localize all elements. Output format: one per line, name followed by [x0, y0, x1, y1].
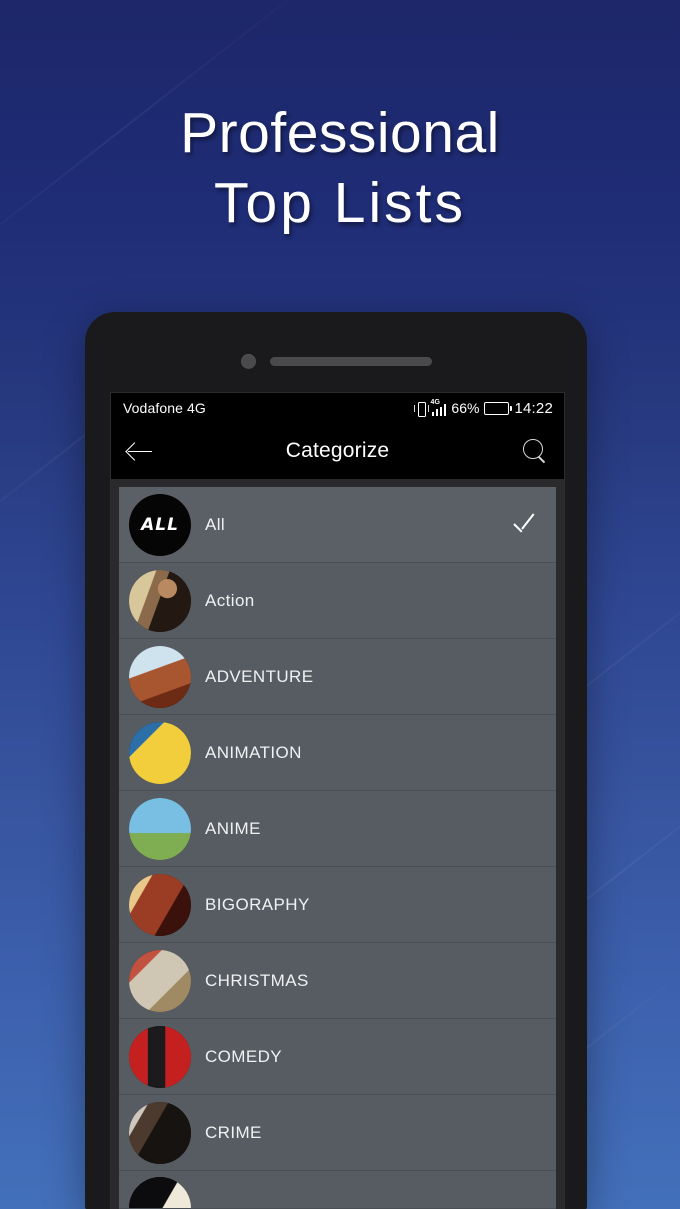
- category-thumbnail-christmas: [129, 949, 191, 1012]
- battery-icon: [484, 401, 513, 415]
- headline-line-2: Top Lists: [214, 171, 466, 236]
- category-thumbnail-comedy: [129, 1025, 191, 1088]
- search-icon[interactable]: [520, 436, 550, 466]
- category-thumbnail-action: [129, 569, 191, 632]
- category-thumbnail-all: ALL: [129, 493, 191, 556]
- network-type-label: 4G: [430, 398, 440, 406]
- status-bar: Vodafone 4G 4G 66% 14:22: [111, 393, 564, 423]
- category-list: ALL All Action ADVENTURE ANIMATION ANIME…: [119, 487, 556, 1209]
- category-label: ADVENTURE: [205, 666, 314, 686]
- list-item-animation[interactable]: ANIMATION: [119, 715, 556, 791]
- clock-label: 14:22: [514, 399, 553, 417]
- check-icon: [512, 511, 540, 539]
- signal-bars-icon: 4G: [430, 398, 447, 416]
- category-label: BIGORAPHY: [205, 894, 310, 914]
- list-item-christmas[interactable]: CHRISTMAS: [119, 943, 556, 1019]
- category-label: COMEDY: [205, 1046, 283, 1066]
- category-thumbnail-adventure: [129, 645, 191, 708]
- list-item-action[interactable]: Action: [119, 563, 556, 639]
- carrier-label: Vodafone 4G: [123, 400, 206, 416]
- list-item-comedy[interactable]: COMEDY: [119, 1019, 556, 1095]
- list-item-bigoraphy[interactable]: BIGORAPHY: [119, 867, 556, 943]
- status-indicators: 4G 66% 14:22: [413, 398, 553, 417]
- category-label: All: [205, 514, 226, 534]
- phone-screen: Vodafone 4G 4G 66% 14:22 Categorize ALL …: [110, 392, 565, 1209]
- category-label: ANIME: [205, 818, 261, 838]
- category-label: CRIME: [205, 1122, 262, 1142]
- category-thumbnail-crime: [129, 1101, 191, 1164]
- category-label: Action: [205, 590, 255, 610]
- list-item-adventure[interactable]: ADVENTURE: [119, 639, 556, 715]
- list-item-all[interactable]: ALL All: [119, 487, 556, 563]
- vibrate-icon: [413, 401, 429, 417]
- category-label: ANIMATION: [205, 742, 302, 762]
- phone-mockup: Vodafone 4G 4G 66% 14:22 Categorize ALL …: [85, 312, 587, 1209]
- all-badge-label: ALL: [141, 514, 179, 535]
- category-list-container[interactable]: ALL All Action ADVENTURE ANIMATION ANIME…: [111, 479, 564, 1209]
- category-label: CHRISTMAS: [205, 970, 309, 990]
- back-arrow-icon[interactable]: [125, 436, 155, 466]
- earpiece-speaker: [269, 356, 432, 366]
- list-item-anime[interactable]: ANIME: [119, 791, 556, 867]
- front-camera-icon: [240, 353, 256, 369]
- battery-percent-label: 66%: [451, 400, 480, 416]
- list-item-crime[interactable]: CRIME: [119, 1095, 556, 1171]
- list-item-partial[interactable]: [119, 1171, 556, 1209]
- app-bar: Categorize: [111, 423, 564, 479]
- promo-headline: Professional Top Lists: [0, 98, 680, 238]
- category-thumbnail-animation: [129, 721, 191, 784]
- category-thumbnail-biography: [129, 873, 191, 936]
- page-title: Categorize: [285, 439, 390, 462]
- headline-line-1: Professional: [180, 101, 500, 165]
- category-thumbnail-anime: [129, 797, 191, 860]
- phone-top-hardware: [85, 350, 587, 372]
- category-thumbnail-partial: [129, 1177, 191, 1208]
